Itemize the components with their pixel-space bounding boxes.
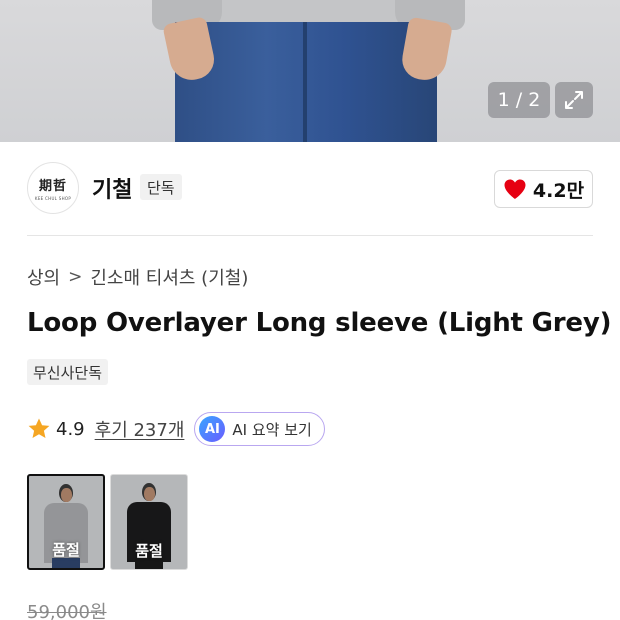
variant-thumbnail-light-grey[interactable]: 품절 (27, 474, 105, 570)
ai-summary-label: AI 요약 보기 (232, 420, 312, 439)
breadcrumb: 상의 > 긴소매 티셔츠 (기철) (27, 264, 248, 290)
chevron-right-icon: > (68, 267, 83, 287)
original-price: 59,000원 (27, 602, 107, 620)
product-title: Loop Overlayer Long sleeve (Light Grey) (27, 308, 612, 338)
heart-icon (504, 179, 526, 199)
breadcrumb-category[interactable]: 상의 (27, 264, 60, 290)
rating-row: 4.9 후기 237개 AI AI 요약 보기 (27, 412, 325, 446)
brand-logo-text: 期哲 (38, 179, 67, 194)
breadcrumb-subcategory[interactable]: 긴소매 티셔츠 (기철) (90, 264, 248, 290)
star-icon (28, 418, 50, 438)
ai-icon: AI (199, 416, 226, 442)
brand-logo-subtext: KEE CHUL SHOP (34, 196, 72, 201)
brand-name[interactable]: 기철 (92, 172, 132, 204)
review-link[interactable]: 후기 237개 (95, 416, 185, 442)
right-hand (399, 16, 453, 84)
expand-icon (565, 91, 583, 109)
jeans (175, 22, 437, 142)
image-pager: 1 / 2 (488, 82, 550, 118)
like-count: 4.2만 (532, 179, 585, 202)
shirt-hem (215, 0, 400, 22)
variant-thumbnail-black[interactable]: 품절 (110, 474, 188, 570)
like-button[interactable]: 4.2만 (494, 170, 593, 208)
divider (27, 235, 593, 236)
brand-logo[interactable]: 期哲 KEE CHUL SHOP (27, 162, 79, 214)
product-image[interactable] (0, 0, 620, 142)
rating-score: 4.9 (56, 418, 85, 440)
musinsa-exclusive-badge: 무신사단독 (27, 359, 109, 385)
sold-out-label: 품절 (135, 542, 163, 560)
ai-summary-button[interactable]: AI AI 요약 보기 (194, 412, 325, 446)
expand-button[interactable] (555, 82, 593, 118)
exclusive-tag: 단독 (140, 174, 182, 200)
sold-out-label: 품절 (52, 541, 80, 559)
